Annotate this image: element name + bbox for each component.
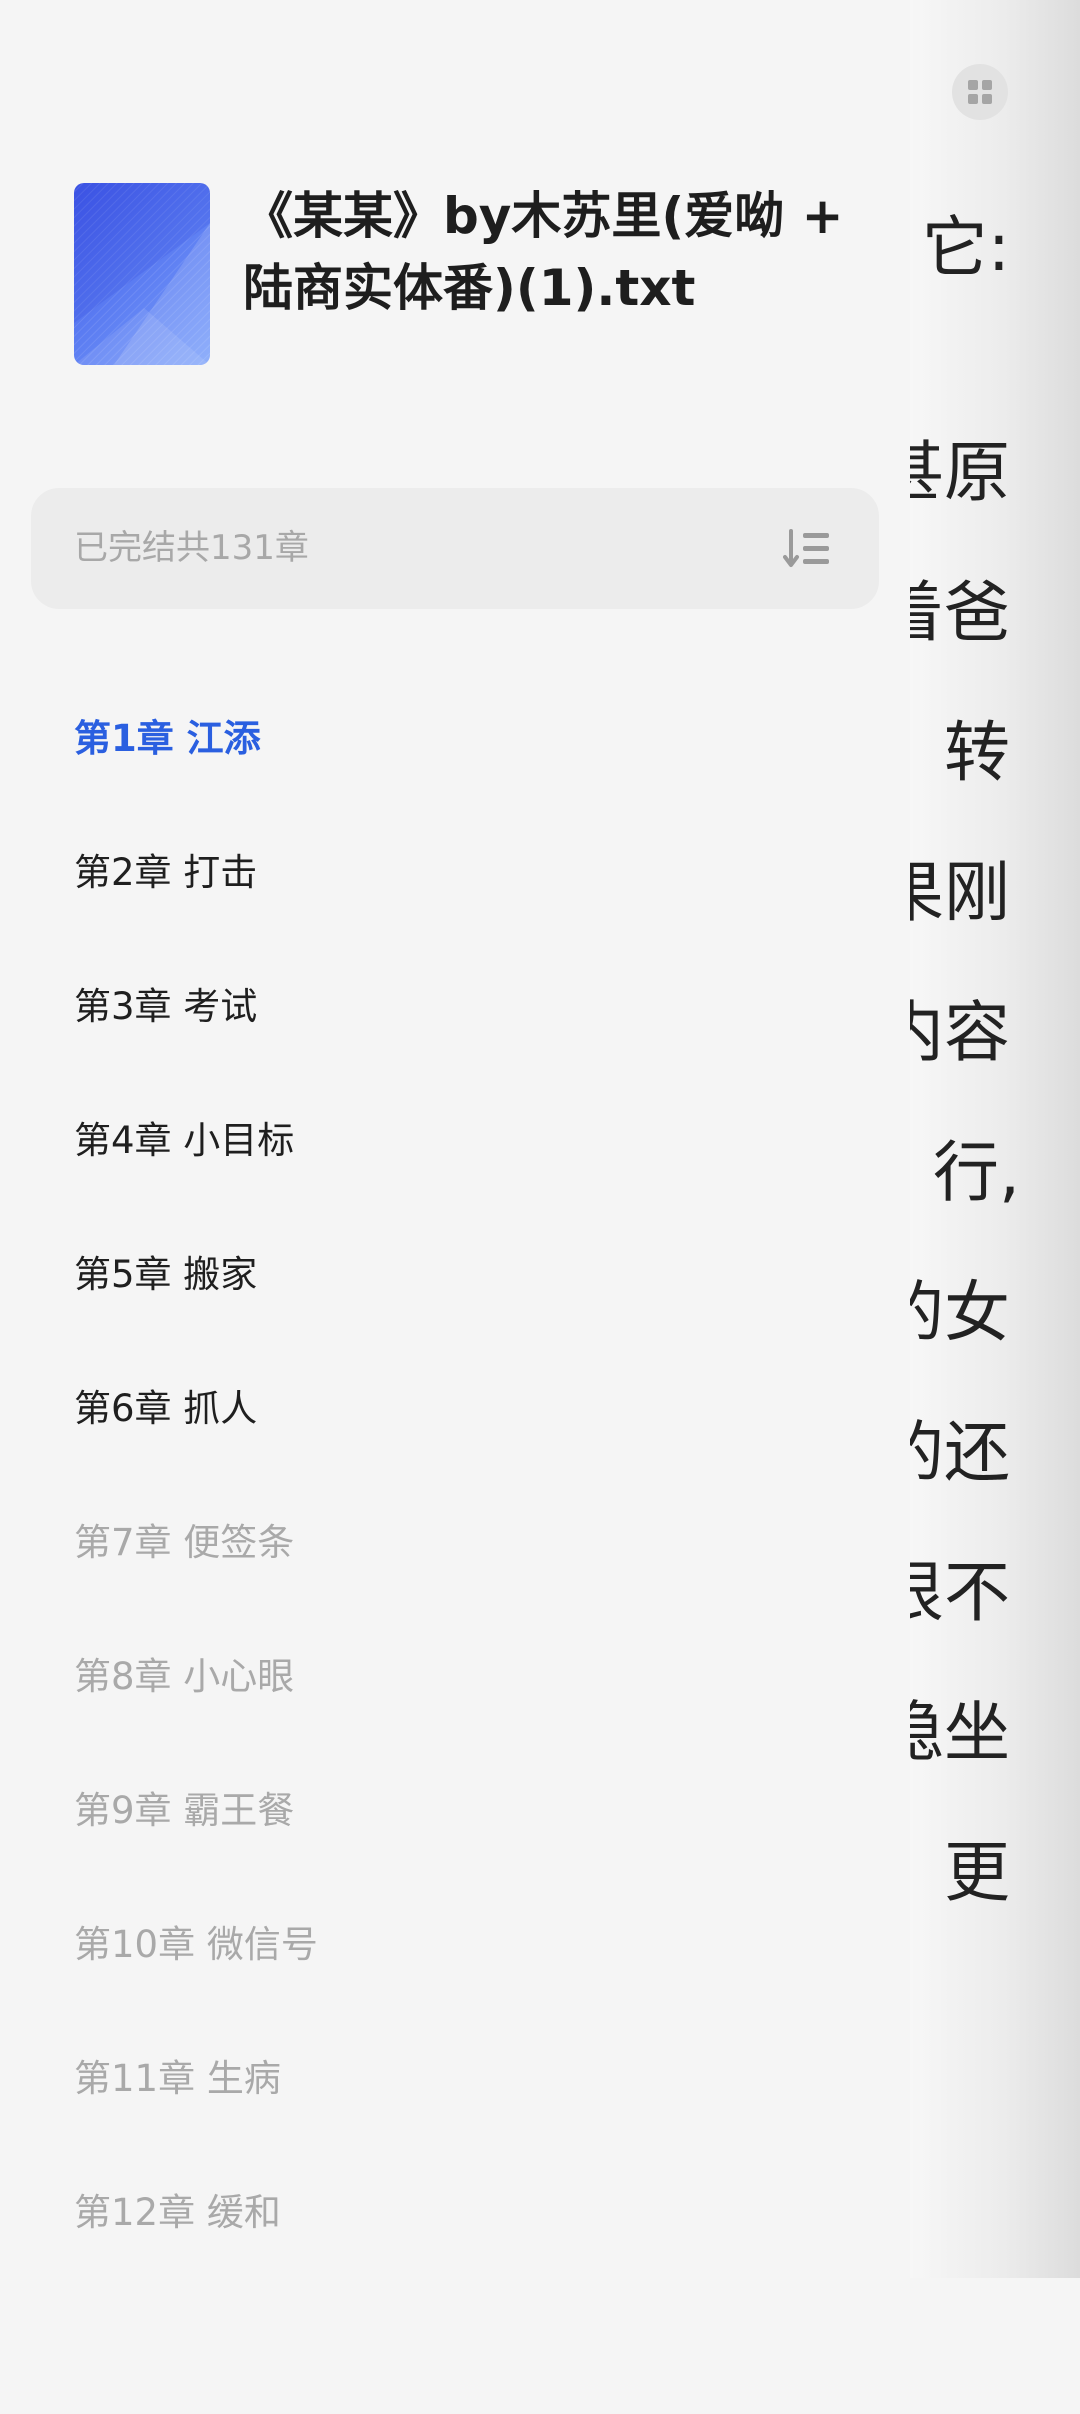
chapter-item[interactable]: 第3章 考试 — [0, 940, 910, 1074]
chapter-list: 第1章 江添 第2章 打击 第3章 考试 第4章 小目标 第5章 搬家 第6章 … — [0, 672, 910, 2280]
chapter-item[interactable]: 第11章 生病 — [0, 2012, 910, 2146]
reader-text-line: 它: — [921, 209, 1010, 286]
reader-text-line: 。 — [910, 1960, 940, 2026]
reader-text-line: 的女 — [910, 1274, 1010, 1351]
reader-text-line: 稳坐 — [910, 1694, 1010, 1771]
chapter-item[interactable]: 第2章 打击 — [0, 806, 910, 940]
chapter-item[interactable]: 第9章 霸王餐 — [0, 1744, 910, 1878]
toc-drawer: 《某某》by木苏里(爱呦 + 陆商实体番)(1).txt 已完结共131章 第1… — [0, 0, 910, 2414]
sort-order-icon — [783, 529, 829, 567]
reader-text-line: 着爸 — [910, 574, 1010, 651]
reader-text-line: 转 — [944, 714, 1010, 791]
book-title: 《某某》by木苏里(爱呦 + 陆商实体番)(1).txt — [243, 187, 844, 317]
chapter-item[interactable]: 第10章 微信号 — [0, 1878, 910, 2012]
chapter-status-bar: 已完结共131章 — [31, 488, 879, 609]
chapter-item[interactable]: 第8章 小心眼 — [0, 1610, 910, 1744]
sort-order-button[interactable] — [783, 527, 831, 571]
chapter-item[interactable]: 第4章 小目标 — [0, 1074, 910, 1208]
reader-text-line: 行, — [933, 1134, 1020, 1211]
chapter-item[interactable]: 第5章 搬家 — [0, 1208, 910, 1342]
chapter-item[interactable]: 第6章 抓人 — [0, 1342, 910, 1476]
grid-menu-button[interactable] — [952, 64, 1008, 120]
grid-icon — [968, 80, 992, 104]
reader-text-line: 的还 — [910, 1414, 1010, 1491]
reader-text-line: 果刚 — [910, 854, 1010, 931]
chapter-item-current[interactable]: 第1章 江添 — [0, 672, 910, 806]
reader-text-line: 很不 — [910, 1554, 1010, 1631]
reader-text-line: 甚原 — [910, 434, 1010, 511]
chapter-count-text: 已完结共131章 — [74, 528, 309, 568]
reader-text-line: 内容 — [910, 994, 1010, 1071]
reader-text-line: 。更 — [910, 1834, 1010, 1911]
book-cover[interactable] — [74, 183, 210, 365]
book-cover-icon — [74, 183, 210, 365]
chapter-item[interactable]: 第7章 便签条 — [0, 1476, 910, 1610]
chapter-item[interactable]: 第12章 缓和 — [0, 2146, 910, 2280]
reader-page: 它: 甚原 着爸 转 果刚 内容 行, 的女 的还 很不 稳坐 。更 。 — [910, 0, 1080, 2278]
